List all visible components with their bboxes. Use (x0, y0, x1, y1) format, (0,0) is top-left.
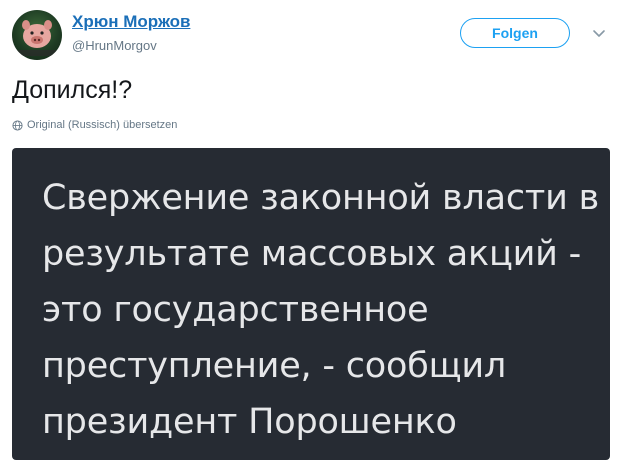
follow-button[interactable]: Folgen (460, 18, 570, 48)
media-text-line: преступление, - сообщил (42, 346, 507, 386)
translate-link[interactable]: Original (Russisch) übersetzen (12, 119, 177, 131)
media-text-line: президент Порошенко (42, 402, 457, 442)
tweet-card: Хрюн Моржов @HrunMorgov Folgen Допился!?… (0, 0, 620, 476)
media-text-line: Свержение законной власти в (42, 178, 600, 218)
pig-avatar-icon (18, 20, 56, 56)
media-text-line: это государственное (42, 290, 429, 330)
tweet-text: Допился!? (12, 76, 133, 104)
media-image[interactable]: Свержение законной власти в результате м… (12, 148, 610, 460)
media-text-line: результате массовых акций - (42, 234, 582, 274)
author-handle[interactable]: @HrunMorgov (72, 38, 157, 53)
globe-icon (12, 119, 23, 131)
translate-label: Original (Russisch) übersetzen (27, 119, 178, 131)
author-name[interactable]: Хрюн Моржов (72, 12, 190, 32)
author-avatar[interactable] (12, 10, 62, 60)
chevron-down-icon[interactable] (590, 24, 608, 42)
media-text: Свержение законной власти в результате м… (42, 170, 600, 450)
